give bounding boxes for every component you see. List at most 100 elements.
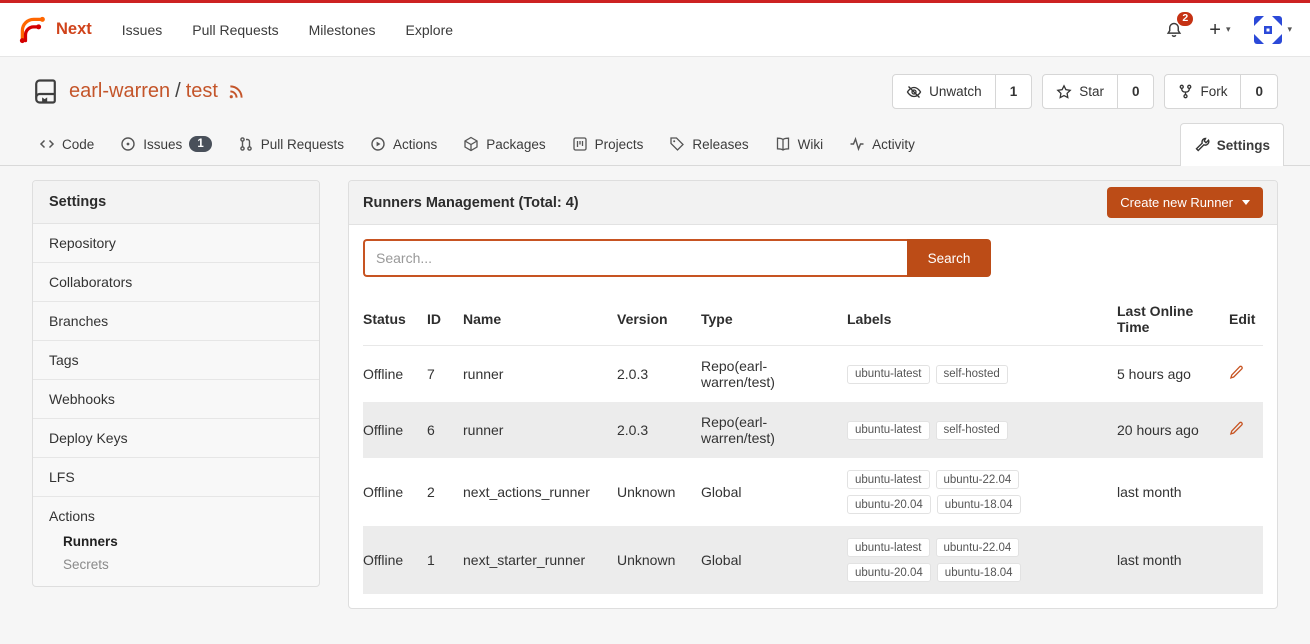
tab-projects-label: Projects xyxy=(595,137,644,152)
repo-owner-link[interactable]: earl-warren xyxy=(69,80,170,103)
runner-label-badge: ubuntu-20.04 xyxy=(847,495,931,514)
tab-activity-label: Activity xyxy=(872,137,915,152)
sidebar-item-lfs[interactable]: LFS xyxy=(33,458,319,497)
runner-edit-cell xyxy=(1229,346,1263,403)
star-button[interactable]: Star xyxy=(1043,75,1117,108)
nav-item-explore[interactable]: Explore xyxy=(406,22,453,38)
stars-count[interactable]: 0 xyxy=(1117,75,1154,108)
runner-type: Repo(earl-warren/test) xyxy=(701,402,847,458)
nav-item-issues[interactable]: Issues xyxy=(122,22,162,38)
runner-last-online: last month xyxy=(1117,458,1229,526)
runner-search: Search xyxy=(363,239,991,277)
rss-feed-icon[interactable] xyxy=(227,83,245,101)
repo-name-link[interactable]: test xyxy=(186,80,218,103)
tab-releases[interactable]: Releases xyxy=(656,123,761,165)
watchers-count[interactable]: 1 xyxy=(995,75,1032,108)
col-id: ID xyxy=(427,293,463,346)
repo-separator: / xyxy=(175,80,181,103)
home-brand[interactable]: Next xyxy=(18,15,92,45)
sidebar-item-collaborators[interactable]: Collaborators xyxy=(33,263,319,302)
create-new-runner-label: Create new Runner xyxy=(1120,195,1233,210)
search-button[interactable]: Search xyxy=(907,239,991,277)
wrench-icon xyxy=(1194,137,1210,153)
tab-projects[interactable]: Projects xyxy=(559,123,657,165)
forks-count[interactable]: 0 xyxy=(1240,75,1277,108)
edit-runner-pencil-icon[interactable] xyxy=(1229,365,1244,380)
runner-row: Offline 7 runner 2.0.3 Repo(earl-warren/… xyxy=(363,346,1263,403)
col-type: Type xyxy=(701,293,847,346)
tab-pull-requests[interactable]: Pull Requests xyxy=(225,123,357,165)
sidebar-item-deploy-keys[interactable]: Deploy Keys xyxy=(33,419,319,458)
runner-version: 2.0.3 xyxy=(617,402,701,458)
git-pull-request-icon xyxy=(238,136,254,152)
tab-activity[interactable]: Activity xyxy=(836,123,928,165)
issues-count-badge: 1 xyxy=(189,136,211,152)
unwatch-button[interactable]: Unwatch xyxy=(893,75,995,108)
notifications-button[interactable]: 2 xyxy=(1163,19,1185,41)
repo-title: earl-warren / test xyxy=(69,80,245,103)
user-menu[interactable]: ▾ xyxy=(1254,16,1292,44)
repo-action-buttons: Unwatch 1 Star 0 xyxy=(892,74,1278,109)
runner-labels: ubuntu-latest self-hosted xyxy=(847,346,1117,403)
tag-icon xyxy=(669,136,685,152)
runner-label-badge: ubuntu-latest xyxy=(847,421,930,440)
repo-tabs: Code Issues 1 Pull Requests Actions Pack… xyxy=(0,122,1310,166)
sidebar-group-actions: Actions Runners Secrets xyxy=(33,497,319,586)
runner-id: 1 xyxy=(427,526,463,594)
col-labels: Labels xyxy=(847,293,1117,346)
tab-packages-label: Packages xyxy=(486,137,545,152)
tab-code[interactable]: Code xyxy=(26,123,107,165)
notification-count-badge: 2 xyxy=(1177,12,1193,27)
col-edit: Edit xyxy=(1229,293,1263,346)
runner-status: Offline xyxy=(363,458,427,526)
avatar xyxy=(1254,16,1282,44)
issue-circle-dot-icon xyxy=(120,136,136,152)
edit-runner-pencil-icon[interactable] xyxy=(1229,421,1244,436)
forgejo-logo-icon xyxy=(18,15,48,45)
sidebar-item-webhooks[interactable]: Webhooks xyxy=(33,380,319,419)
tab-settings-label: Settings xyxy=(1217,138,1270,153)
tab-issues-label: Issues xyxy=(143,137,182,152)
search-input[interactable] xyxy=(363,239,907,277)
tab-issues[interactable]: Issues 1 xyxy=(107,123,224,165)
sidebar-subitem-secrets[interactable]: Secrets xyxy=(33,553,319,576)
watch-button-group: Unwatch 1 xyxy=(892,74,1032,109)
sidebar-item-branches[interactable]: Branches xyxy=(33,302,319,341)
page-title: Runners Management (Total: 4) xyxy=(363,195,579,211)
runner-row: Offline 2 next_actions_runner Unknown Gl… xyxy=(363,458,1263,526)
tab-actions[interactable]: Actions xyxy=(357,123,450,165)
pulse-icon xyxy=(849,136,865,152)
col-status: Status xyxy=(363,293,427,346)
tab-wiki-label: Wiki xyxy=(798,137,824,152)
play-circle-icon xyxy=(370,136,386,152)
sidebar-item-actions[interactable]: Actions xyxy=(33,508,319,530)
tab-settings[interactable]: Settings xyxy=(1180,123,1284,166)
repo-header: earl-warren / test Unwatch 1 xyxy=(0,57,1310,122)
runner-last-online: last month xyxy=(1117,526,1229,594)
nav-item-milestones[interactable]: Milestones xyxy=(309,22,376,38)
runner-type: Global xyxy=(701,458,847,526)
sidebar-item-tags[interactable]: Tags xyxy=(33,341,319,380)
tab-releases-label: Releases xyxy=(692,137,748,152)
create-new-runner-button[interactable]: Create new Runner xyxy=(1107,187,1263,218)
runner-type: Global xyxy=(701,526,847,594)
sidebar-item-repository[interactable]: Repository xyxy=(33,224,319,263)
unwatch-label: Unwatch xyxy=(929,84,982,99)
nav-item-pull-requests[interactable]: Pull Requests xyxy=(192,22,278,38)
fork-button-group: Fork 0 xyxy=(1164,74,1278,109)
runner-name: next_starter_runner xyxy=(463,526,617,594)
code-icon xyxy=(39,136,55,152)
repo-book-icon xyxy=(32,78,59,105)
sidebar-subitem-runners[interactable]: Runners xyxy=(33,530,319,553)
tab-packages[interactable]: Packages xyxy=(450,123,558,165)
fork-button[interactable]: Fork xyxy=(1165,75,1240,108)
runner-version: 2.0.3 xyxy=(617,346,701,403)
runner-labels: ubuntu-latest ubuntu-22.04 ubuntu-20.04 … xyxy=(847,458,1117,526)
runner-labels: ubuntu-latest ubuntu-22.04 ubuntu-20.04 … xyxy=(847,526,1117,594)
create-new-menu[interactable]: + ▾ xyxy=(1209,20,1230,40)
runner-row: Offline 1 next_starter_runner Unknown Gl… xyxy=(363,526,1263,594)
runner-last-online: 5 hours ago xyxy=(1117,346,1229,403)
tab-wiki[interactable]: Wiki xyxy=(762,123,837,165)
runners-panel-body: Search Status ID Name Version Type Label… xyxy=(349,225,1277,608)
tab-code-label: Code xyxy=(62,137,94,152)
